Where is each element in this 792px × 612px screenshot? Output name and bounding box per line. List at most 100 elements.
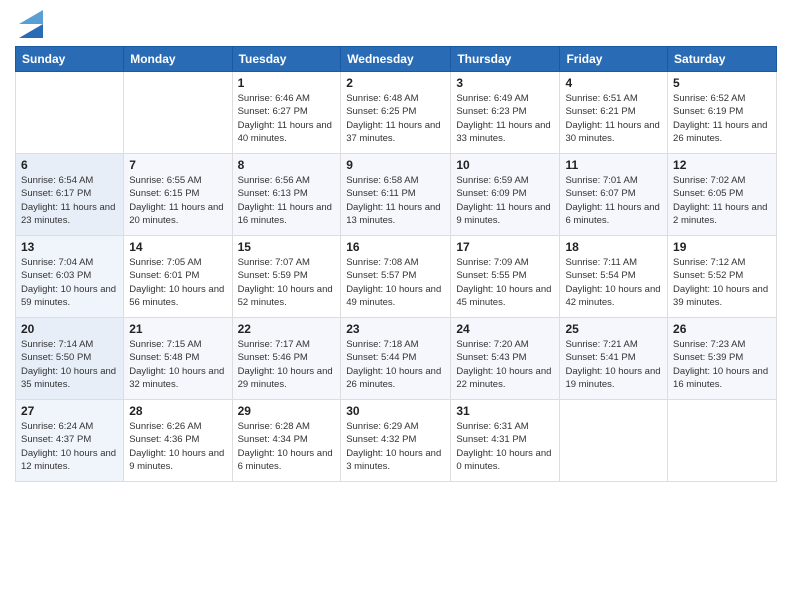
calendar-cell: 11 Sunrise: 7:01 AMSunset: 6:07 PMDayligh…: [560, 154, 668, 236]
day-number: 24: [456, 322, 554, 336]
day-number: 23: [346, 322, 445, 336]
calendar-cell: 22 Sunrise: 7:17 AMSunset: 5:46 PMDayligh…: [232, 318, 341, 400]
calendar-cell: 13 Sunrise: 7:04 AMSunset: 6:03 PMDayligh…: [16, 236, 124, 318]
header: [15, 10, 777, 38]
calendar-cell: 15 Sunrise: 7:07 AMSunset: 5:59 PMDayligh…: [232, 236, 341, 318]
calendar-cell: 24Sunrise: 7:20 AMSunset: 5:43 PMDayligh…: [451, 318, 560, 400]
day-info: Sunrise: 6:49 AMSunset: 6:23 PMDaylight:…: [456, 92, 554, 145]
logo: [15, 10, 43, 38]
calendar-cell: 12 Sunrise: 7:02 AMSunset: 6:05 PMDayligh…: [668, 154, 777, 236]
day-info: Sunrise: 7:05 AMSunset: 6:01 PMDaylight:…: [129, 256, 226, 309]
day-number: 8: [238, 158, 336, 172]
day-number: 11: [565, 158, 662, 172]
calendar-cell: 7 Sunrise: 6:55 AMSunset: 6:15 PMDaylight…: [124, 154, 232, 236]
day-number: 19: [673, 240, 771, 254]
calendar-cell: 16 Sunrise: 7:08 AMSunset: 5:57 PMDayligh…: [341, 236, 451, 318]
calendar-page: Sunday Monday Tuesday Wednesday Thursday…: [0, 0, 792, 612]
calendar-cell: [560, 400, 668, 482]
calendar-cell: 10 Sunrise: 6:59 AMSunset: 6:09 PMDayligh…: [451, 154, 560, 236]
day-number: 25: [565, 322, 662, 336]
day-number: 10: [456, 158, 554, 172]
logo-icon: [19, 10, 43, 38]
calendar-cell: [16, 72, 124, 154]
calendar-cell: 31 Sunrise: 6:31 AMSunset: 4:31 PMDayligh…: [451, 400, 560, 482]
day-info: Sunrise: 7:04 AMSunset: 6:03 PMDaylight:…: [21, 256, 118, 309]
day-number: 28: [129, 404, 226, 418]
day-number: 20: [21, 322, 118, 336]
day-number: 26: [673, 322, 771, 336]
day-info: Sunrise: 6:56 AMSunset: 6:13 PMDaylight:…: [238, 174, 336, 227]
day-info: Sunrise: 7:17 AMSunset: 5:46 PMDaylight:…: [238, 338, 336, 391]
calendar-cell: 9 Sunrise: 6:58 AMSunset: 6:11 PMDaylight…: [341, 154, 451, 236]
day-info: Sunrise: 6:55 AMSunset: 6:15 PMDaylight:…: [129, 174, 226, 227]
day-info: Sunrise: 6:59 AMSunset: 6:09 PMDaylight:…: [456, 174, 554, 227]
calendar-week-row: 20 Sunrise: 7:14 AMSunset: 5:50 PMDayligh…: [16, 318, 777, 400]
day-number: 16: [346, 240, 445, 254]
col-wednesday: Wednesday: [341, 47, 451, 72]
day-info: Sunrise: 6:48 AMSunset: 6:25 PMDaylight:…: [346, 92, 445, 145]
calendar-week-row: 13 Sunrise: 7:04 AMSunset: 6:03 PMDayligh…: [16, 236, 777, 318]
day-info: Sunrise: 7:07 AMSunset: 5:59 PMDaylight:…: [238, 256, 336, 309]
day-number: 22: [238, 322, 336, 336]
day-info: Sunrise: 7:14 AMSunset: 5:50 PMDaylight:…: [21, 338, 118, 391]
col-sunday: Sunday: [16, 47, 124, 72]
col-tuesday: Tuesday: [232, 47, 341, 72]
calendar-week-row: 1Sunrise: 6:46 AMSunset: 6:27 PMDaylight…: [16, 72, 777, 154]
day-info: Sunrise: 7:08 AMSunset: 5:57 PMDaylight:…: [346, 256, 445, 309]
col-thursday: Thursday: [451, 47, 560, 72]
day-number: 21: [129, 322, 226, 336]
calendar-cell: [124, 72, 232, 154]
day-info: Sunrise: 7:01 AMSunset: 6:07 PMDaylight:…: [565, 174, 662, 227]
calendar-cell: 29Sunrise: 6:28 AMSunset: 4:34 PMDayligh…: [232, 400, 341, 482]
calendar-week-row: 6Sunrise: 6:54 AMSunset: 6:17 PMDaylight…: [16, 154, 777, 236]
day-info: Sunrise: 6:26 AMSunset: 4:36 PMDaylight:…: [129, 420, 226, 473]
col-saturday: Saturday: [668, 47, 777, 72]
calendar-cell: 8 Sunrise: 6:56 AMSunset: 6:13 PMDaylight…: [232, 154, 341, 236]
day-number: 7: [129, 158, 226, 172]
day-info: Sunrise: 6:51 AMSunset: 6:21 PMDaylight:…: [565, 92, 662, 145]
calendar-table: Sunday Monday Tuesday Wednesday Thursday…: [15, 46, 777, 482]
day-number: 12: [673, 158, 771, 172]
day-info: Sunrise: 6:29 AMSunset: 4:32 PMDaylight:…: [346, 420, 445, 473]
day-info: Sunrise: 7:15 AMSunset: 5:48 PMDaylight:…: [129, 338, 226, 391]
col-monday: Monday: [124, 47, 232, 72]
day-info: Sunrise: 6:52 AMSunset: 6:19 PMDaylight:…: [673, 92, 771, 145]
day-number: 29: [238, 404, 336, 418]
col-friday: Friday: [560, 47, 668, 72]
calendar-cell: 6Sunrise: 6:54 AMSunset: 6:17 PMDaylight…: [16, 154, 124, 236]
day-number: 15: [238, 240, 336, 254]
day-info: Sunrise: 6:58 AMSunset: 6:11 PMDaylight:…: [346, 174, 445, 227]
day-number: 6: [21, 158, 118, 172]
calendar-cell: 19 Sunrise: 7:12 AMSunset: 5:52 PMDayligh…: [668, 236, 777, 318]
day-info: Sunrise: 7:23 AMSunset: 5:39 PMDaylight:…: [673, 338, 771, 391]
day-number: 13: [21, 240, 118, 254]
day-number: 1: [238, 76, 336, 90]
calendar-cell: 18Sunrise: 7:11 AMSunset: 5:54 PMDayligh…: [560, 236, 668, 318]
day-number: 9: [346, 158, 445, 172]
day-number: 30: [346, 404, 445, 418]
day-info: Sunrise: 7:02 AMSunset: 6:05 PMDaylight:…: [673, 174, 771, 227]
calendar-cell: 25Sunrise: 7:21 AMSunset: 5:41 PMDayligh…: [560, 318, 668, 400]
day-info: Sunrise: 7:18 AMSunset: 5:44 PMDaylight:…: [346, 338, 445, 391]
calendar-week-row: 27 Sunrise: 6:24 AMSunset: 4:37 PMDayligh…: [16, 400, 777, 482]
day-number: 31: [456, 404, 554, 418]
calendar-cell: [668, 400, 777, 482]
day-number: 4: [565, 76, 662, 90]
calendar-cell: 30 Sunrise: 6:29 AMSunset: 4:32 PMDayligh…: [341, 400, 451, 482]
calendar-cell: 21 Sunrise: 7:15 AMSunset: 5:48 PMDayligh…: [124, 318, 232, 400]
day-info: Sunrise: 7:12 AMSunset: 5:52 PMDaylight:…: [673, 256, 771, 309]
day-info: Sunrise: 7:09 AMSunset: 5:55 PMDaylight:…: [456, 256, 554, 309]
day-number: 2: [346, 76, 445, 90]
day-info: Sunrise: 6:31 AMSunset: 4:31 PMDaylight:…: [456, 420, 554, 473]
calendar-cell: 17Sunrise: 7:09 AMSunset: 5:55 PMDayligh…: [451, 236, 560, 318]
calendar-cell: 20 Sunrise: 7:14 AMSunset: 5:50 PMDayligh…: [16, 318, 124, 400]
calendar-cell: 5Sunrise: 6:52 AMSunset: 6:19 PMDaylight…: [668, 72, 777, 154]
day-number: 27: [21, 404, 118, 418]
calendar-cell: 26 Sunrise: 7:23 AMSunset: 5:39 PMDayligh…: [668, 318, 777, 400]
day-number: 18: [565, 240, 662, 254]
calendar-cell: 1Sunrise: 6:46 AMSunset: 6:27 PMDaylight…: [232, 72, 341, 154]
day-info: Sunrise: 6:24 AMSunset: 4:37 PMDaylight:…: [21, 420, 118, 473]
day-number: 3: [456, 76, 554, 90]
calendar-cell: 2 Sunrise: 6:48 AMSunset: 6:25 PMDaylight…: [341, 72, 451, 154]
calendar-cell: 28 Sunrise: 6:26 AMSunset: 4:36 PMDayligh…: [124, 400, 232, 482]
